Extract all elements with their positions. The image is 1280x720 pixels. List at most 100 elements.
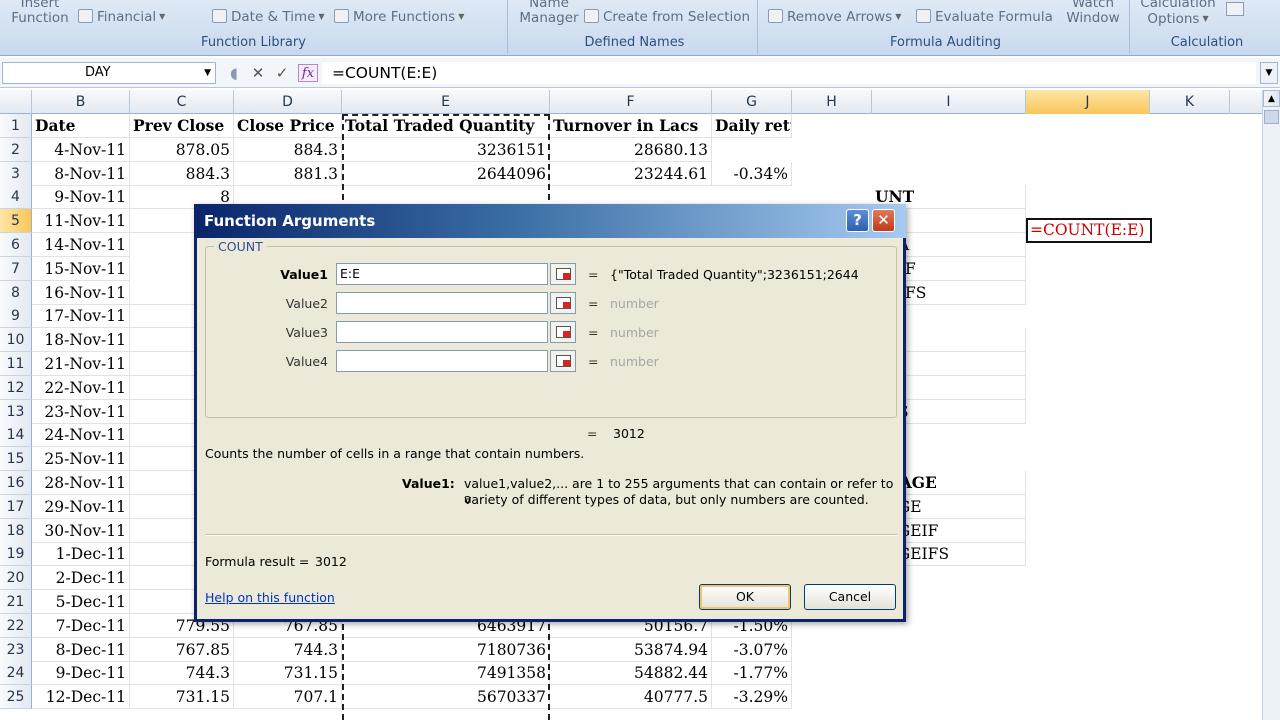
table-cell[interactable]: 5670337 (342, 685, 550, 710)
row-header-2[interactable]: 2 (0, 137, 32, 162)
scroll-up-icon[interactable]: ▲ (1263, 90, 1280, 107)
drag-handle-icon[interactable]: ◖ (224, 64, 244, 82)
help-on-this-function-link[interactable]: Help on this function (205, 590, 335, 605)
watch-window-button[interactable]: Watch Window (1062, 0, 1124, 26)
row-header-15[interactable]: 15 (0, 447, 32, 472)
column-header-i[interactable]: I (872, 90, 1026, 114)
row-header-23[interactable]: 23 (0, 637, 32, 662)
table-cell[interactable]: 9-Nov-11 (32, 185, 130, 210)
remove-arrows-button[interactable]: Remove Arrows ▼ (768, 9, 901, 25)
table-cell[interactable]: 29-Nov-11 (32, 494, 130, 519)
table-cell[interactable]: 18-Nov-11 (32, 328, 130, 353)
table-cell[interactable]: 5-Dec-11 (32, 590, 130, 614)
table-cell[interactable]: 15-Nov-11 (32, 256, 130, 281)
column-header-d[interactable]: D (234, 90, 342, 114)
table-cell[interactable]: 884.3 (130, 161, 234, 186)
chevron-down-icon[interactable]: ▼ (204, 63, 211, 83)
table-cell[interactable]: 2644096 (342, 161, 550, 186)
close-icon[interactable]: ✕ (872, 209, 895, 232)
evaluate-formula-button[interactable]: Evaluate Formula (916, 9, 1053, 25)
column-header-j[interactable]: J (1026, 90, 1150, 114)
insert-function-button[interactable]: Insert Function (8, 0, 72, 26)
table-cell[interactable]: 881.3 (234, 161, 342, 186)
collapse-dialog-icon[interactable] (550, 263, 576, 285)
table-cell[interactable]: 7491358 (342, 661, 550, 686)
more-functions-button[interactable]: More Functions ▼ (334, 9, 464, 25)
table-cell[interactable]: 14-Nov-11 (32, 233, 130, 257)
name-manager-button[interactable]: Name Manager (516, 0, 582, 26)
row-header-24[interactable]: 24 (0, 661, 32, 686)
arg-input-value1[interactable]: E:E (336, 263, 548, 285)
row-header-16[interactable]: 16 (0, 471, 32, 495)
header-cell[interactable]: Turnover in Lacs (550, 114, 712, 138)
table-cell[interactable]: 707.1 (234, 685, 342, 710)
column-header-b[interactable]: B (32, 90, 130, 114)
name-box[interactable]: DAY ▼ (2, 62, 216, 84)
row-header-22[interactable]: 22 (0, 613, 32, 638)
table-cell[interactable]: -0.34% (712, 161, 792, 186)
row-header-14[interactable]: 14 (0, 423, 32, 448)
table-cell[interactable]: 2-Dec-11 (32, 566, 130, 591)
table-cell[interactable]: 744.3 (130, 661, 234, 686)
cancel-entry-icon[interactable]: ✕ (248, 64, 268, 82)
scroll-thumb[interactable] (1264, 110, 1279, 124)
calculation-options-button[interactable]: Calculation Options ▼ (1136, 0, 1220, 27)
header-cell[interactable]: Daily returns (712, 114, 792, 138)
arg-input-value2[interactable] (336, 292, 548, 314)
column-header-e[interactable]: E (342, 90, 550, 114)
table-cell[interactable]: 767.85 (130, 637, 234, 662)
row-header-9[interactable]: 9 (0, 304, 32, 329)
column-header-g[interactable]: G (712, 90, 792, 114)
header-cell[interactable]: Total Traded Quantity (342, 114, 550, 138)
table-cell[interactable]: 53874.94 (550, 637, 712, 662)
table-cell[interactable]: 21-Nov-11 (32, 352, 130, 376)
table-cell[interactable]: 7180736 (342, 637, 550, 662)
row-header-3[interactable]: 3 (0, 161, 32, 186)
table-cell[interactable]: 731.15 (130, 685, 234, 710)
row-header-20[interactable]: 20 (0, 566, 32, 591)
row-header-19[interactable]: 19 (0, 542, 32, 567)
table-cell[interactable]: -3.07% (712, 637, 792, 662)
cancel-button[interactable]: Cancel (804, 584, 896, 610)
row-header-8[interactable]: 8 (0, 280, 32, 305)
table-cell[interactable]: 9-Dec-11 (32, 661, 130, 686)
row-header-5[interactable]: 5 (0, 209, 32, 234)
vertical-scrollbar[interactable]: ▲ (1262, 90, 1280, 720)
select-all-corner[interactable] (0, 90, 32, 114)
table-cell[interactable]: 3236151 (342, 137, 550, 162)
column-header-h[interactable]: H (792, 90, 872, 114)
table-cell[interactable]: 54882.44 (550, 661, 712, 686)
arg-input-value4[interactable] (336, 350, 548, 372)
column-header-f[interactable]: F (550, 90, 712, 114)
formula-input[interactable]: =COUNT(E:E) (322, 62, 1256, 84)
table-cell[interactable]: 731.15 (234, 661, 342, 686)
help-icon[interactable]: ? (846, 209, 869, 232)
header-cell[interactable]: Date (32, 114, 130, 138)
table-cell[interactable]: 11-Nov-11 (32, 209, 130, 234)
row-header-1[interactable]: 1 (0, 114, 32, 138)
column-header-k[interactable]: K (1150, 90, 1230, 114)
row-header-11[interactable]: 11 (0, 352, 32, 376)
collapse-dialog-icon[interactable] (550, 350, 576, 372)
row-header-6[interactable]: 6 (0, 233, 32, 257)
table-cell[interactable]: 12-Dec-11 (32, 685, 130, 710)
table-cell[interactable]: 28-Nov-11 (32, 471, 130, 495)
table-cell[interactable]: 23-Nov-11 (32, 399, 130, 424)
table-cell[interactable]: 7-Dec-11 (32, 613, 130, 638)
row-header-17[interactable]: 17 (0, 494, 32, 519)
insert-function-icon[interactable]: fx (298, 64, 318, 82)
row-header-25[interactable]: 25 (0, 685, 32, 710)
table-cell[interactable]: -1.77% (712, 661, 792, 686)
dialog-title-bar[interactable]: Function Arguments ? ✕ (194, 204, 906, 238)
table-cell[interactable]: 8-Dec-11 (32, 637, 130, 662)
row-header-18[interactable]: 18 (0, 518, 32, 543)
row-header-7[interactable]: 7 (0, 256, 32, 281)
expand-formula-bar-icon[interactable]: ▼ (1260, 62, 1278, 84)
row-header-10[interactable]: 10 (0, 328, 32, 353)
table-cell[interactable]: 744.3 (234, 637, 342, 662)
table-cell[interactable]: -3.29% (712, 685, 792, 710)
collapse-dialog-icon[interactable] (550, 292, 576, 314)
table-cell[interactable]: 1-Dec-11 (32, 542, 130, 567)
table-cell[interactable]: 4-Nov-11 (32, 137, 130, 162)
row-header-21[interactable]: 21 (0, 590, 32, 614)
